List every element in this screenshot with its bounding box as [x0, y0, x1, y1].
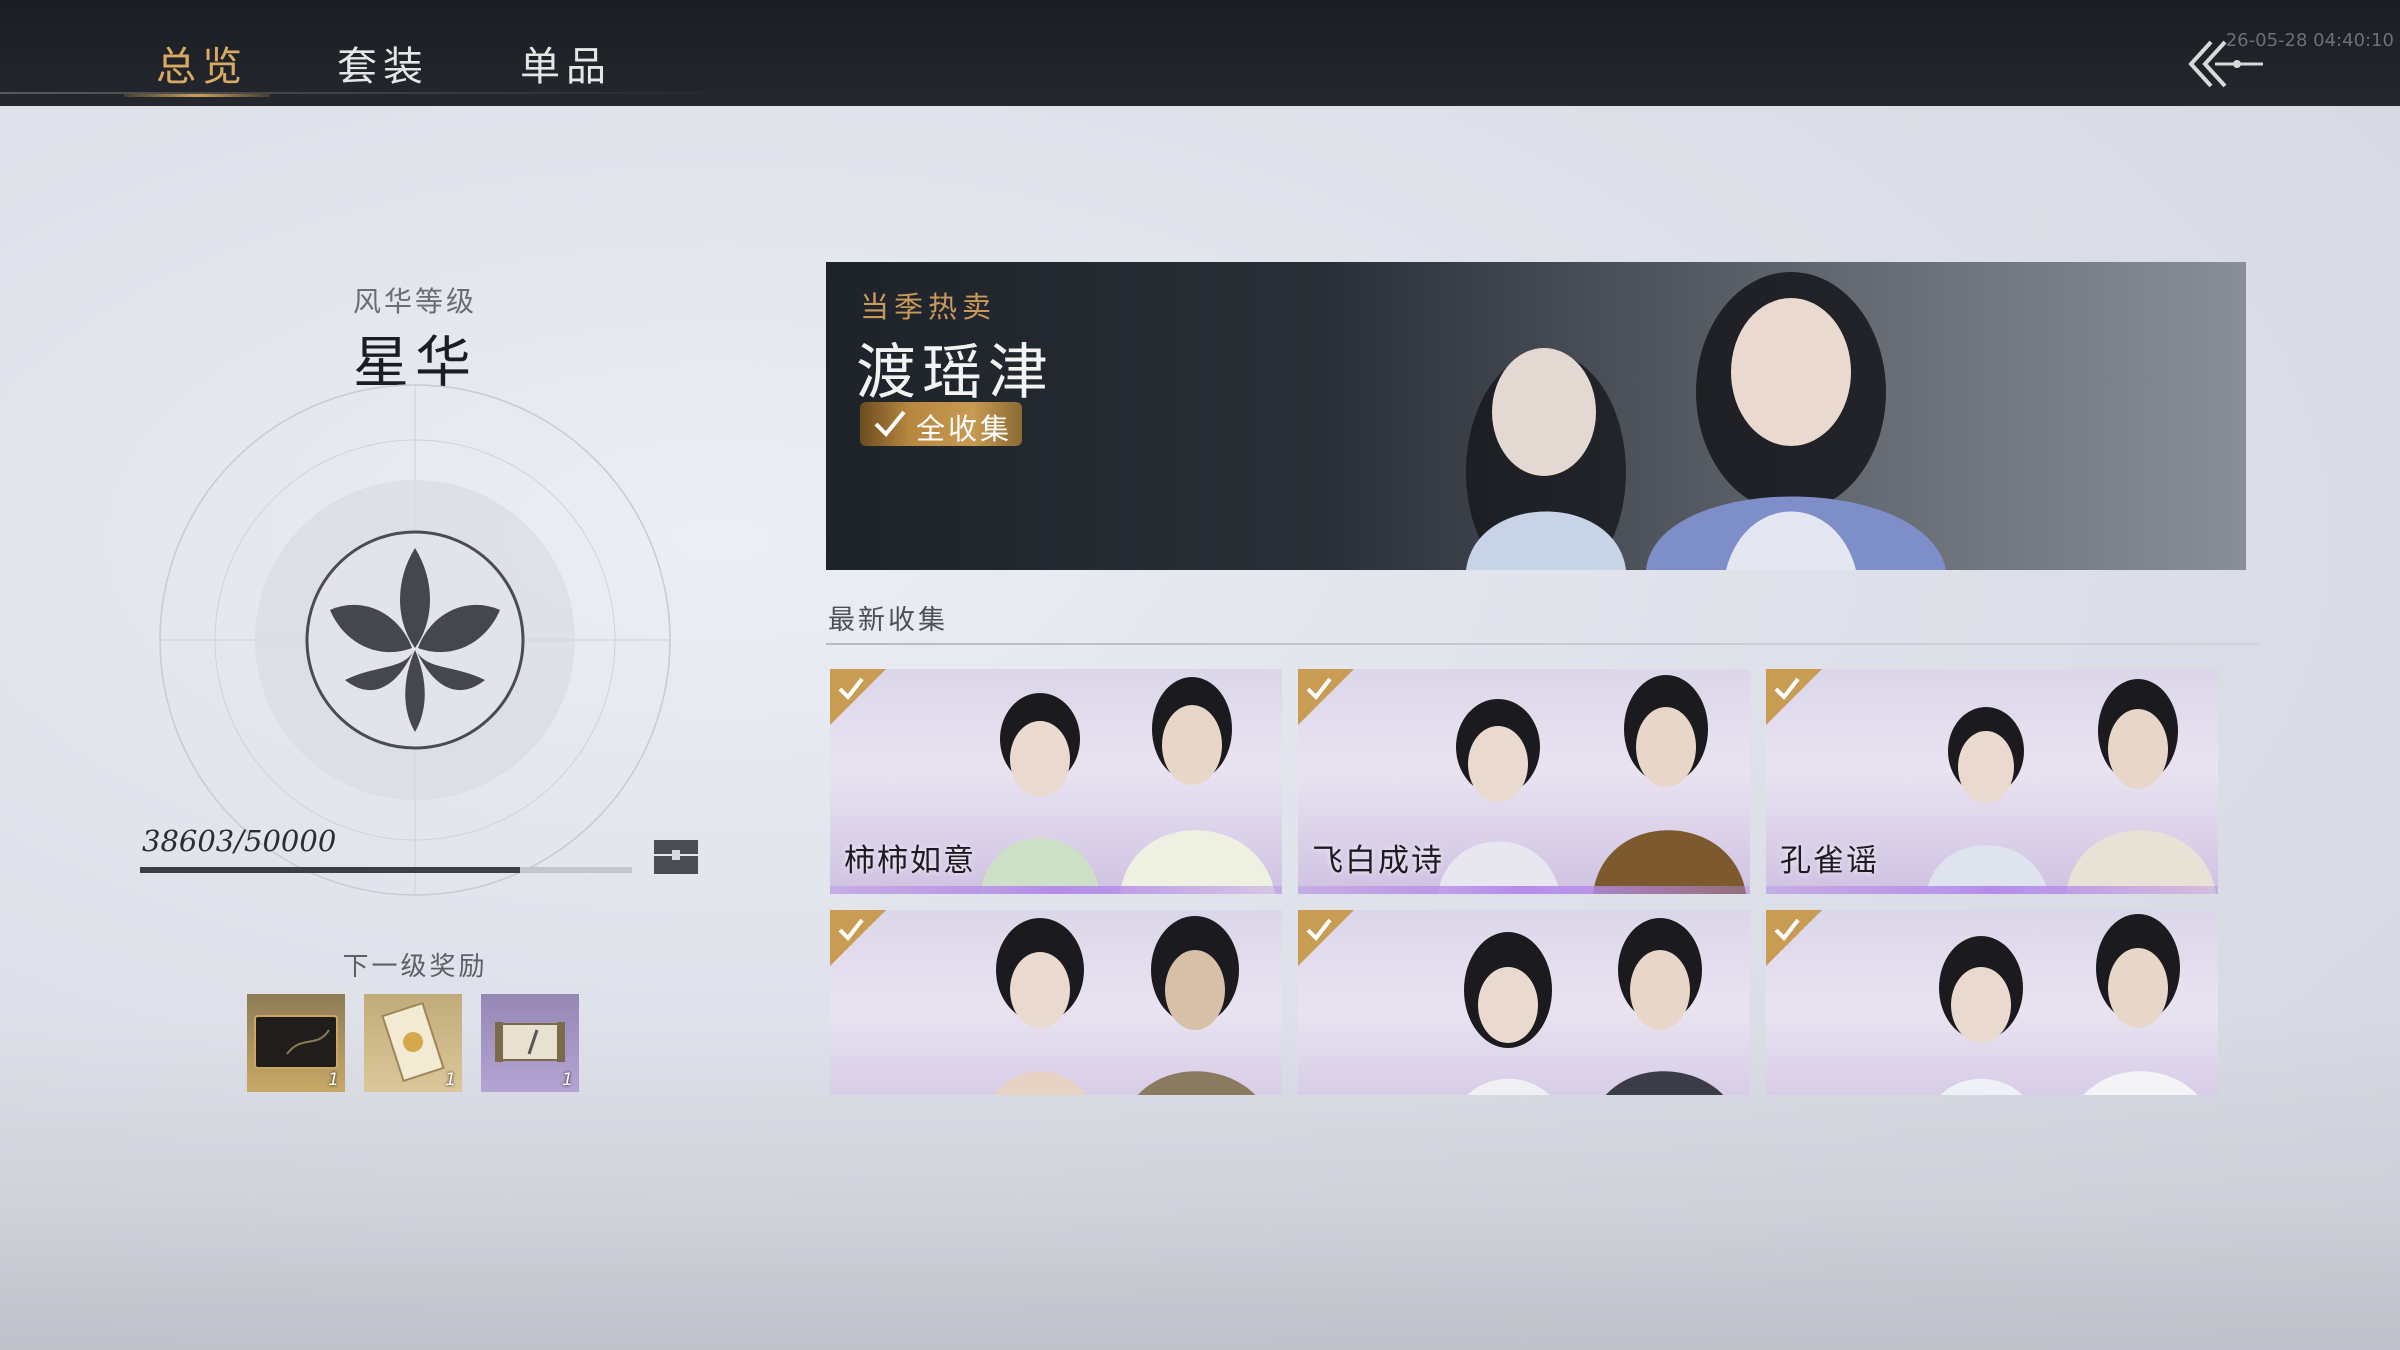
collection-card[interactable]: 柿柿如意 — [830, 669, 1282, 894]
level-progress-text: 38603/50000 — [142, 824, 337, 858]
collected-check-icon — [830, 910, 886, 966]
card-name: 飞白成诗 — [1312, 843, 1444, 879]
collected-check-icon — [1298, 910, 1354, 966]
collected-check-icon — [830, 669, 886, 725]
card-glow — [1298, 886, 1750, 894]
banner-title: 渡瑶津 — [856, 338, 1054, 408]
active-tab-indicator — [124, 94, 270, 97]
latest-collection-title: 最新收集 — [828, 605, 948, 636]
reward-qty: 1 — [328, 1070, 339, 1090]
collection-card[interactable]: 孔雀谣 — [1766, 669, 2218, 894]
card-characters-image — [1939, 914, 2198, 1095]
featured-banner[interactable]: 当季热卖 渡瑶津 全收集 — [826, 262, 2246, 570]
reward-qty: 1 — [562, 1070, 573, 1090]
tab-sets[interactable]: 套装 — [337, 34, 429, 90]
tab-divider — [0, 92, 740, 94]
reward-chest-button[interactable] — [652, 836, 700, 876]
badge-label: 全收集 — [916, 412, 1013, 446]
tab-overview[interactable]: 总览 — [156, 34, 248, 90]
check-icon — [874, 410, 906, 437]
level-progress-fill — [140, 867, 520, 873]
complete-collection-badge: 全收集 — [860, 402, 1022, 446]
banner-characters-image — [1466, 272, 1946, 570]
back-button[interactable] — [2185, 36, 2265, 92]
card-name: 孔雀谣 — [1780, 843, 1879, 879]
collected-check-icon — [1298, 669, 1354, 725]
reward-item-1[interactable]: 1 — [247, 994, 345, 1092]
fenghua-level-label: 风华等级 — [352, 285, 477, 318]
card-glow — [830, 886, 1282, 894]
reward-item-2[interactable]: 1 — [364, 994, 462, 1092]
collection-card[interactable]: 飞白成诗 — [1298, 669, 1750, 894]
double-chevron-left-icon — [2188, 40, 2263, 88]
next-level-rewards-label: 下一级奖励 — [342, 952, 488, 982]
reward-qty: 1 — [445, 1070, 456, 1090]
collected-check-icon — [1766, 669, 1822, 725]
top-bar: 总览 套装 单品 26-05-28 04:40:10 — [0, 0, 2400, 106]
collection-card[interactable] — [1766, 910, 2218, 1095]
chest-icon — [654, 840, 698, 874]
collection-grid: 柿柿如意 飞白成诗 孔雀谣 — [826, 665, 2226, 1095]
card-characters-image — [995, 916, 1256, 1095]
tab-items[interactable]: 单品 — [520, 34, 612, 90]
card-characters-image — [1464, 918, 1724, 1095]
level-progress-bar — [140, 867, 632, 873]
collection-card[interactable] — [830, 910, 1282, 1095]
banner-tag: 当季热卖 — [860, 290, 997, 324]
card-name: 柿柿如意 — [844, 843, 976, 879]
collected-check-icon — [1766, 910, 1822, 966]
reward-item-3[interactable]: 1 — [481, 994, 579, 1092]
card-glow — [1766, 886, 2218, 894]
section-divider — [826, 643, 2258, 645]
collection-card[interactable] — [1298, 910, 1750, 1095]
